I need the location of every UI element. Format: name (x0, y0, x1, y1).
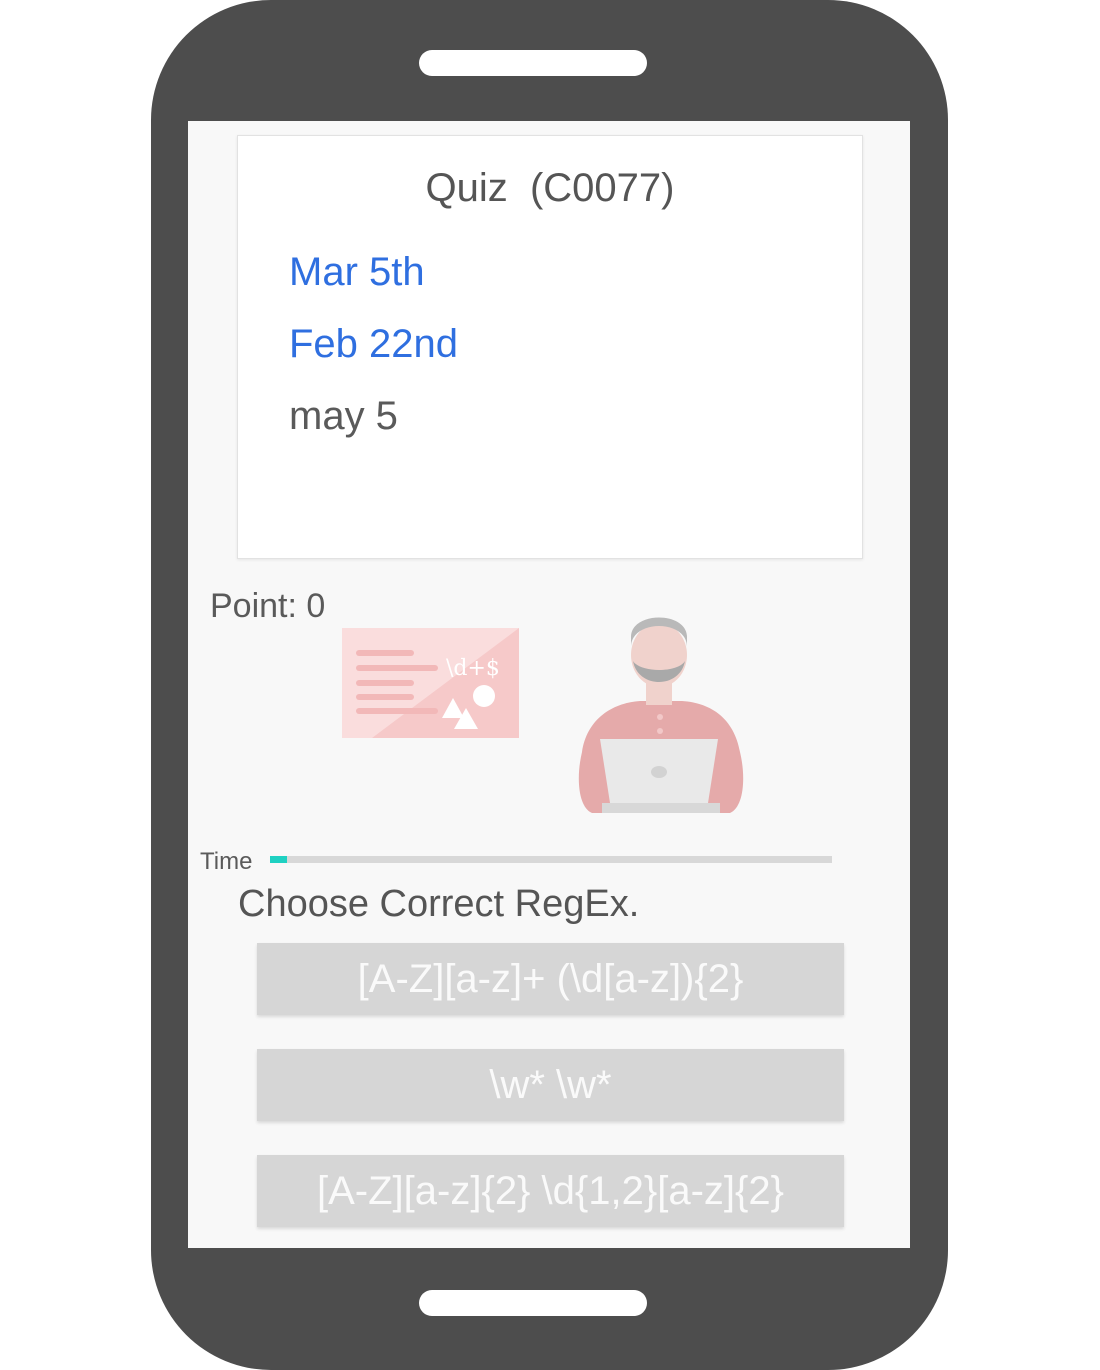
quiz-text-line: Mar 5th (289, 250, 425, 294)
quiz-illustration: \d+$ (342, 617, 744, 813)
phone-frame: Quiz (C0077) Mar 5th Feb 22nd may 5 Poin… (151, 0, 948, 1370)
time-label: Time (200, 848, 253, 875)
quiz-text-line: may 5 (289, 394, 398, 438)
quiz-card: Quiz (C0077) Mar 5th Feb 22nd may 5 (237, 135, 863, 559)
answer-option-2[interactable]: \w* \w* (257, 1049, 844, 1121)
answer-option-3[interactable]: [A-Z][a-z]{2} \d{1,2}[a-z]{2} (257, 1155, 844, 1227)
question-text: Choose Correct RegEx. (238, 883, 640, 925)
time-progress-fill (270, 856, 287, 863)
quiz-title: Quiz (C0077) (425, 166, 675, 210)
answer-option-1[interactable]: [A-Z][a-z]+ (\d[a-z]){2} (257, 943, 844, 1015)
quiz-text-line: Feb 22nd (289, 322, 459, 366)
phone-speaker (419, 1290, 647, 1316)
app-screen: Quiz (C0077) Mar 5th Feb 22nd may 5 Poin… (188, 121, 910, 1248)
points-label: Point: 0 (210, 587, 326, 625)
regex-board-icon: \d+$ (342, 628, 519, 738)
time-progress-bar (270, 856, 832, 863)
phone-speaker (419, 50, 647, 76)
developer-laptop-icon (578, 617, 744, 813)
board-regex-text: \d+$ (446, 656, 500, 681)
